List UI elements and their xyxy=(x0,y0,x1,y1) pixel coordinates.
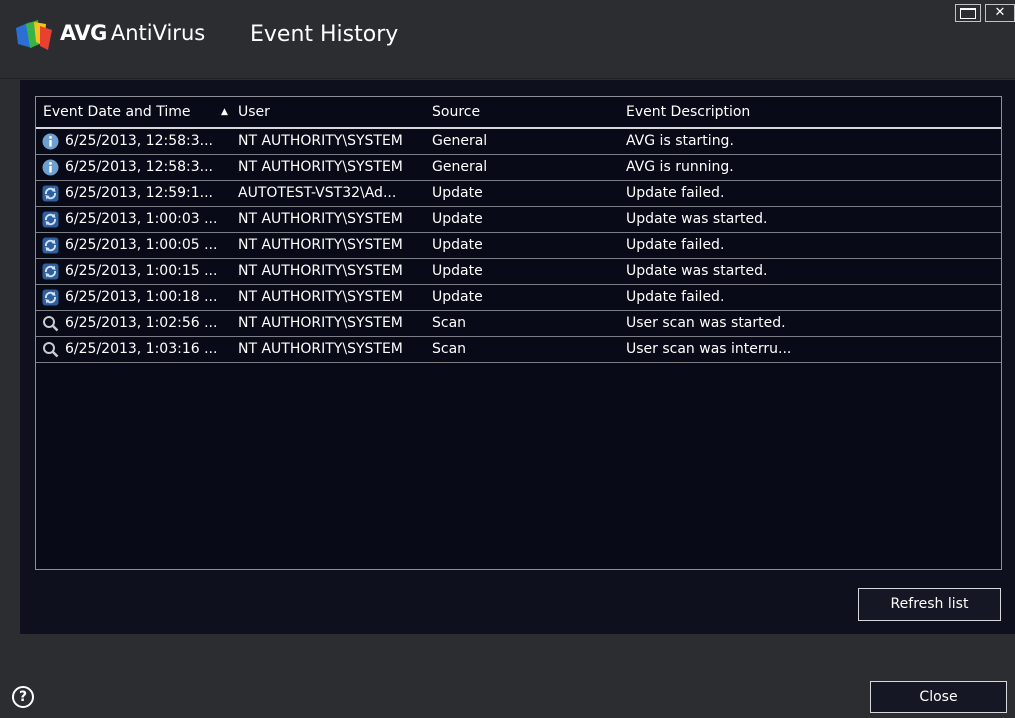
product-name: AntiVirus xyxy=(110,21,206,45)
cell-user: NT AUTHORITY\SYSTEM xyxy=(238,211,403,227)
event-history-panel: Event Date and Time ▲ User Source Event … xyxy=(20,80,1015,634)
help-icon[interactable]: ? xyxy=(12,686,34,708)
event-list[interactable]: Event Date and Time ▲ User Source Event … xyxy=(35,96,1002,570)
table-row[interactable]: 6/25/2013, 1:00:05 ... NT AUTHORITY\SYSTE… xyxy=(36,233,1001,259)
search-icon xyxy=(43,316,59,332)
table-row[interactable]: 6/25/2013, 1:02:56 ... NT AUTHORITY\SYSTE… xyxy=(36,311,1001,337)
cell-source: Update xyxy=(432,237,483,253)
table-row[interactable]: 6/25/2013, 12:58:3... NT AUTHORITY\SYSTEM… xyxy=(36,129,1001,155)
update-icon xyxy=(42,237,59,254)
cell-user: NT AUTHORITY\SYSTEM xyxy=(238,341,403,357)
table-row[interactable]: 6/25/2013, 12:59:1... AUTOTEST-VST32\Ad..… xyxy=(36,181,1001,207)
cell-source: General xyxy=(432,133,488,149)
table-row[interactable]: 6/25/2013, 12:58:3... NT AUTHORITY\SYSTEM… xyxy=(36,155,1001,181)
cell-date: 6/25/2013, 12:59:1... xyxy=(65,185,214,201)
column-header-date[interactable]: Event Date and Time xyxy=(43,97,191,127)
brand-name: AVG xyxy=(60,21,107,45)
cell-date: 6/25/2013, 1:00:15 ... xyxy=(65,263,218,279)
cell-source: Update xyxy=(432,211,483,227)
cell-date: 6/25/2013, 1:03:16 ... xyxy=(65,341,218,357)
column-header-user[interactable]: User xyxy=(238,97,270,127)
avg-logo-icon xyxy=(16,20,52,50)
cell-source: General xyxy=(432,159,488,175)
refresh-list-button[interactable]: Refresh list xyxy=(858,588,1001,621)
cell-description: User scan was started. xyxy=(626,315,786,331)
update-icon xyxy=(42,263,59,280)
table-row[interactable]: 6/25/2013, 1:00:15 ... NT AUTHORITY\SYSTE… xyxy=(36,259,1001,285)
cell-source: Update xyxy=(432,263,483,279)
cell-description: Update failed. xyxy=(626,289,725,305)
cell-user: NT AUTHORITY\SYSTEM xyxy=(238,237,403,253)
table-body: 6/25/2013, 12:58:3... NT AUTHORITY\SYSTEM… xyxy=(36,129,1001,363)
cell-date: 6/25/2013, 12:58:3... xyxy=(65,159,214,175)
cell-description: Update was started. xyxy=(626,211,768,227)
info-icon xyxy=(42,133,59,150)
cell-description: AVG is running. xyxy=(626,159,734,175)
column-header-source[interactable]: Source xyxy=(432,97,480,127)
update-icon xyxy=(42,185,59,202)
cell-date: 6/25/2013, 1:00:03 ... xyxy=(65,211,218,227)
close-button[interactable]: Close xyxy=(870,681,1007,713)
close-window-button[interactable]: ✕ xyxy=(985,4,1015,22)
table-row[interactable]: 6/25/2013, 1:03:16 ... NT AUTHORITY\SYSTE… xyxy=(36,337,1001,363)
cell-description: Update failed. xyxy=(626,237,725,253)
cell-source: Update xyxy=(432,289,483,305)
cell-date: 6/25/2013, 1:00:18 ... xyxy=(65,289,218,305)
cell-user: NT AUTHORITY\SYSTEM xyxy=(238,263,403,279)
cell-user: AUTOTEST-VST32\Ad... xyxy=(238,185,397,201)
table-header: Event Date and Time ▲ User Source Event … xyxy=(36,97,1001,129)
cell-user: NT AUTHORITY\SYSTEM xyxy=(238,289,403,305)
update-icon xyxy=(42,211,59,228)
cell-date: 6/25/2013, 12:58:3... xyxy=(65,133,214,149)
cell-user: NT AUTHORITY\SYSTEM xyxy=(238,159,403,175)
maximize-button[interactable] xyxy=(955,4,981,22)
cell-user: NT AUTHORITY\SYSTEM xyxy=(238,315,403,331)
window-title: Event History xyxy=(250,22,399,47)
cell-date: 6/25/2013, 1:02:56 ... xyxy=(65,315,218,331)
cell-source: Scan xyxy=(432,341,467,357)
column-header-description[interactable]: Event Description xyxy=(626,97,750,127)
cell-user: NT AUTHORITY\SYSTEM xyxy=(238,133,403,149)
table-row[interactable]: 6/25/2013, 1:00:18 ... NT AUTHORITY\SYSTE… xyxy=(36,285,1001,311)
cell-description: User scan was interru... xyxy=(626,341,792,357)
title-bar: AVG AntiVirus Event History ✕ xyxy=(0,0,1015,79)
info-icon xyxy=(42,159,59,176)
cell-source: Scan xyxy=(432,315,467,331)
sort-ascending-icon: ▲ xyxy=(221,107,228,117)
app-brand: AVG AntiVirus xyxy=(60,18,205,48)
cell-date: 6/25/2013, 1:00:05 ... xyxy=(65,237,218,253)
cell-source: Update xyxy=(432,185,483,201)
update-icon xyxy=(42,289,59,306)
table-row[interactable]: 6/25/2013, 1:00:03 ... NT AUTHORITY\SYSTE… xyxy=(36,207,1001,233)
cell-description: AVG is starting. xyxy=(626,133,734,149)
cell-description: Update failed. xyxy=(626,185,725,201)
cell-description: Update was started. xyxy=(626,263,768,279)
search-icon xyxy=(43,342,59,358)
